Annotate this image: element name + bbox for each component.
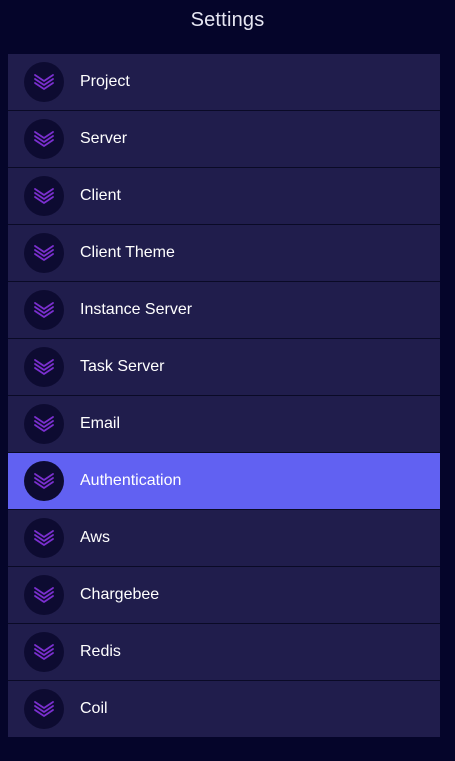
layers-chevron-icon — [24, 404, 64, 444]
menu-item-aws[interactable]: Aws — [8, 510, 440, 567]
layers-chevron-icon — [24, 518, 64, 558]
layers-chevron-icon — [24, 290, 64, 330]
menu-item-label: Server — [80, 130, 128, 147]
menu-item-label: Client — [80, 187, 121, 204]
menu-item-client-theme[interactable]: Client Theme — [8, 225, 440, 282]
settings-header: Settings — [0, 0, 455, 40]
menu-item-label: Redis — [80, 643, 121, 660]
menu-item-email[interactable]: Email — [8, 396, 440, 453]
menu-item-label: Task Server — [80, 358, 165, 375]
menu-item-client[interactable]: Client — [8, 168, 440, 225]
layers-chevron-icon — [24, 632, 64, 672]
page-title: Settings — [190, 8, 265, 31]
layers-chevron-icon — [24, 233, 64, 273]
menu-item-instance-server[interactable]: Instance Server — [8, 282, 440, 339]
menu-item-server[interactable]: Server — [8, 111, 440, 168]
menu-item-redis[interactable]: Redis — [8, 624, 440, 681]
menu-item-authentication[interactable]: Authentication — [8, 453, 440, 510]
layers-chevron-icon — [24, 347, 64, 387]
settings-menu: Project Server Client Client Theme Insta… — [8, 54, 440, 737]
menu-item-label: Coil — [80, 700, 108, 717]
layers-chevron-icon — [24, 461, 64, 501]
menu-item-label: Project — [80, 73, 130, 90]
menu-item-label: Aws — [80, 529, 110, 546]
layers-chevron-icon — [24, 689, 64, 729]
menu-item-project[interactable]: Project — [8, 54, 440, 111]
menu-item-coil[interactable]: Coil — [8, 681, 440, 737]
menu-item-chargebee[interactable]: Chargebee — [8, 567, 440, 624]
menu-item-label: Authentication — [80, 472, 182, 489]
menu-item-label: Instance Server — [80, 301, 193, 318]
layers-chevron-icon — [24, 119, 64, 159]
layers-chevron-icon — [24, 575, 64, 615]
menu-item-label: Client Theme — [80, 244, 175, 261]
layers-chevron-icon — [24, 176, 64, 216]
menu-item-task-server[interactable]: Task Server — [8, 339, 440, 396]
layers-chevron-icon — [24, 62, 64, 102]
menu-item-label: Chargebee — [80, 586, 160, 603]
menu-item-label: Email — [80, 415, 121, 432]
